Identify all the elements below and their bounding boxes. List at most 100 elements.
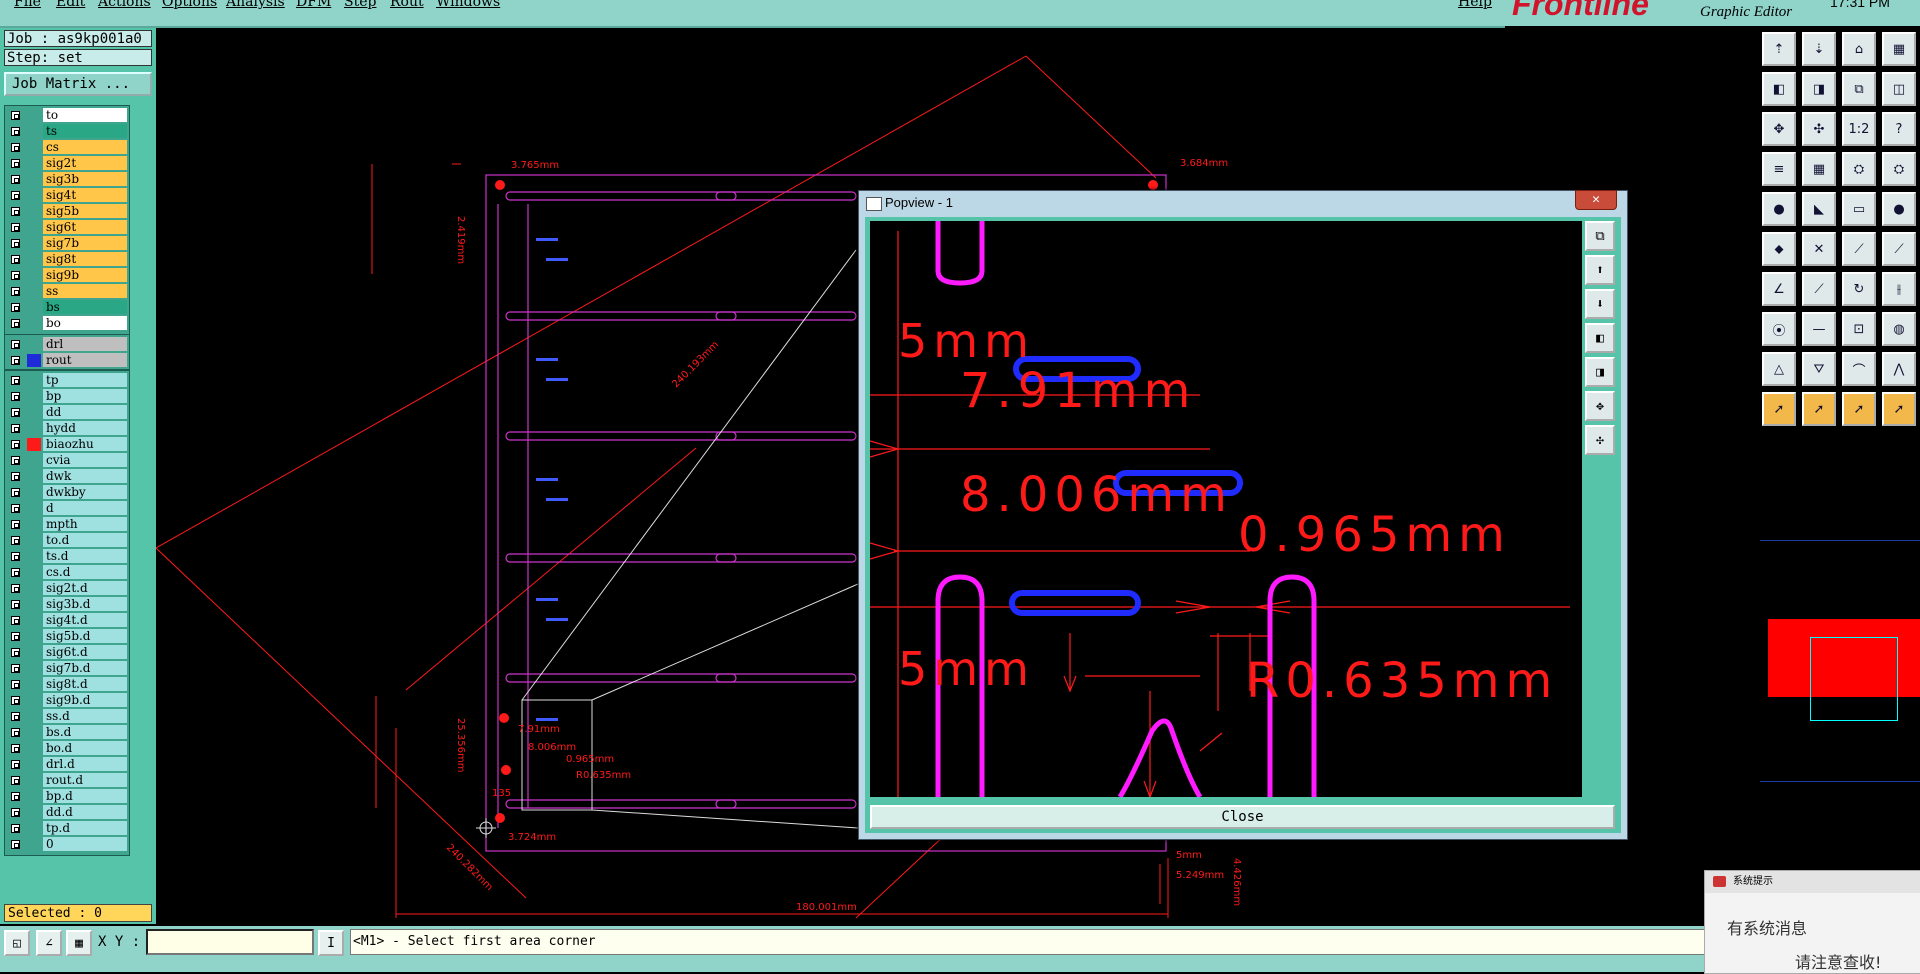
circle-icon[interactable]: ● [1882, 192, 1916, 226]
layer-row[interactable]: sig8t.d [5, 677, 129, 692]
fit-profile-icon[interactable]: ✣ [1802, 112, 1836, 146]
layer-row[interactable]: bs [5, 300, 129, 315]
layer-checkbox[interactable] [11, 392, 20, 401]
layer-row[interactable]: drl [5, 337, 129, 352]
layer-color-swatch[interactable] [27, 454, 41, 467]
layer-row[interactable]: sig7b [5, 236, 129, 251]
step-up-icon[interactable]: ⇡ [1762, 32, 1796, 66]
menu-rout[interactable]: Rout [390, 0, 424, 10]
menu-options[interactable]: Options [162, 0, 217, 10]
popview-fit-icon[interactable]: ✥ [1585, 391, 1615, 421]
layer-color-swatch[interactable] [27, 253, 41, 266]
layer-row[interactable]: sig2t [5, 156, 129, 171]
layer-checkbox[interactable] [11, 760, 20, 769]
measure-angle-icon[interactable]: ∠ [36, 930, 62, 956]
layer-color-swatch[interactable] [27, 205, 41, 218]
layer-checkbox[interactable] [11, 792, 20, 801]
layer-checkbox[interactable] [11, 356, 20, 365]
notice-line1[interactable]: 有系统消息 [1727, 915, 1807, 939]
layer-checkbox[interactable] [11, 111, 20, 120]
layer-checkbox[interactable] [11, 776, 20, 785]
layer-row[interactable]: sig3b.d [5, 597, 129, 612]
layer-color-swatch[interactable] [27, 822, 41, 835]
layer-row[interactable]: dd.d [5, 805, 129, 820]
center-icon[interactable]: ⊡ [1842, 312, 1876, 346]
zoom-prev-icon[interactable]: ◧ [1762, 72, 1796, 106]
layer-color-swatch[interactable] [27, 406, 41, 419]
layer-checkbox[interactable] [11, 744, 20, 753]
layer-color-swatch[interactable] [27, 566, 41, 579]
layer-name[interactable]: rout.d [43, 773, 127, 787]
layer-name[interactable]: 0 [43, 837, 127, 851]
split-icon[interactable]: ◫ [1882, 72, 1916, 106]
layer-color-swatch[interactable] [27, 269, 41, 282]
layer-row[interactable]: cs [5, 140, 129, 155]
layer-checkbox[interactable] [11, 696, 20, 705]
pad-icon[interactable]: ● [1762, 192, 1796, 226]
layer-color-swatch[interactable] [27, 317, 41, 330]
layer-color-swatch[interactable] [27, 662, 41, 675]
point-line-icon[interactable]: ⟋ [1882, 232, 1916, 266]
layer-name[interactable]: sig6t [43, 220, 127, 234]
layer-checkbox[interactable] [11, 584, 20, 593]
layer-name[interactable]: cs.d [43, 565, 127, 579]
layer-checkbox[interactable] [11, 424, 20, 433]
layer-checkbox[interactable] [11, 520, 20, 529]
layer-name[interactable]: rout [43, 353, 127, 367]
layer-checkbox[interactable] [11, 207, 20, 216]
layer-checkbox[interactable] [11, 255, 20, 264]
line-point-icon[interactable]: ⟋ [1842, 232, 1876, 266]
popview-canvas[interactable]: 5mm 7.91mm 8.006mm 0.965mm 5mm R0.635mm [870, 221, 1582, 797]
close-icon[interactable]: ✕ [1575, 190, 1617, 210]
layer-name[interactable]: sig2t [43, 156, 127, 170]
popview-step-down-icon[interactable]: ⬇ [1585, 289, 1615, 319]
system-notice-popup[interactable]: 系统提示 有系统消息 请注意查收! [1704, 870, 1920, 974]
layer-color-swatch[interactable] [27, 390, 41, 403]
layer-color-swatch[interactable] [27, 486, 41, 499]
popview-window[interactable]: Popview - 1 ✕ 5mm 7.91mm 8.006mm 0.965mm… [858, 190, 1628, 840]
layer-row[interactable]: bo.d [5, 741, 129, 756]
popview-next-icon[interactable]: ◨ [1585, 357, 1615, 387]
layer-row[interactable]: d [5, 501, 129, 516]
menu-dfm[interactable]: DFM [296, 0, 331, 10]
layer-checkbox[interactable] [11, 840, 20, 849]
layer-checkbox[interactable] [11, 271, 20, 280]
layer-color-swatch[interactable] [27, 374, 41, 387]
keyboard-icon[interactable]: ▭ [1842, 192, 1876, 226]
layer-color-swatch[interactable] [27, 502, 41, 515]
step-down-icon[interactable]: ⇣ [1802, 32, 1836, 66]
layer-name[interactable]: sig4t [43, 188, 127, 202]
layer-color-swatch[interactable] [27, 470, 41, 483]
layer-name[interactable]: sig3b.d [43, 597, 127, 611]
compare-icon[interactable]: ⫲ [1882, 272, 1916, 306]
layer-color-swatch[interactable] [27, 646, 41, 659]
measure-icon[interactable]: ◣ [1802, 192, 1836, 226]
triangle-icon[interactable]: △ [1762, 352, 1796, 386]
select-move-icon[interactable]: ➚ [1842, 392, 1876, 426]
layer-row[interactable]: biaozhu [5, 437, 129, 452]
route-edit-icon[interactable]: ⛭ [1882, 152, 1916, 186]
menu-windows[interactable]: Windows [436, 0, 500, 10]
scale-1-2-icon[interactable]: 1:2 [1842, 112, 1876, 146]
layer-name[interactable]: sig9b [43, 268, 127, 282]
layer-checkbox[interactable] [11, 127, 20, 136]
layer-row[interactable]: ss [5, 284, 129, 299]
layer-checkbox[interactable] [11, 552, 20, 561]
layer-color-swatch[interactable] [27, 354, 41, 367]
layer-checkbox[interactable] [11, 664, 20, 673]
layer-checkbox[interactable] [11, 616, 20, 625]
layer-checkbox[interactable] [11, 712, 20, 721]
layer-color-swatch[interactable] [27, 758, 41, 771]
popview-step-up-icon[interactable]: ⬆ [1585, 255, 1615, 285]
layer-name[interactable]: ss.d [43, 709, 127, 723]
layer-color-swatch[interactable] [27, 438, 41, 451]
layer-checkbox[interactable] [11, 808, 20, 817]
layer-checkbox[interactable] [11, 408, 20, 417]
layer-name[interactable]: bo [43, 316, 127, 330]
popview-fit-profile-icon[interactable]: ✣ [1585, 425, 1615, 455]
home-icon[interactable]: ⌂ [1842, 32, 1876, 66]
layer-color-swatch[interactable] [27, 189, 41, 202]
layer-checkbox[interactable] [11, 488, 20, 497]
layer-checkbox[interactable] [11, 504, 20, 513]
layer-name[interactable]: drl [43, 337, 127, 351]
